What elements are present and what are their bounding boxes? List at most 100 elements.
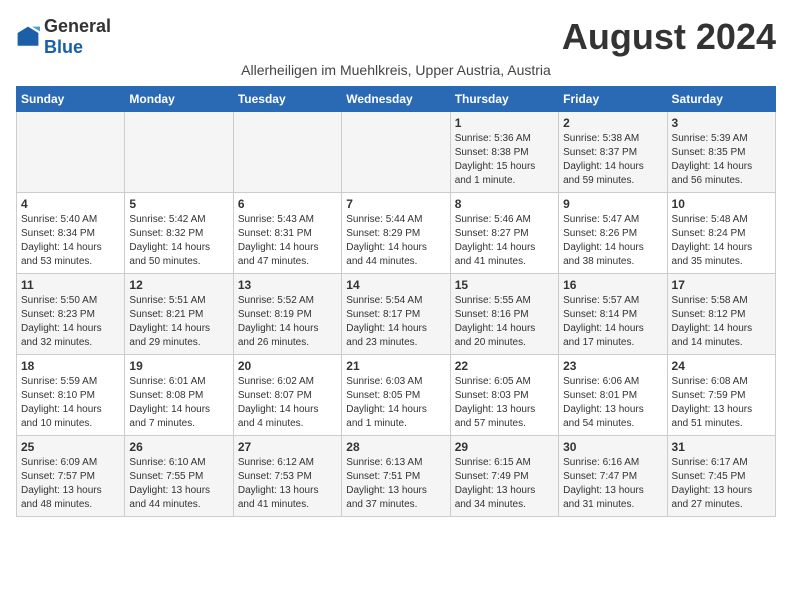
day-header-saturday: Saturday [667,87,775,112]
day-number: 25 [21,440,120,454]
day-info: Sunrise: 5:54 AM Sunset: 8:17 PM Dayligh… [346,294,445,350]
day-cell: 21 Sunrise: 6:03 AM Sunset: 8:05 PM Dayli… [342,355,450,436]
week-row-4: 18 Sunrise: 5:59 AM Sunset: 8:10 PM Dayli… [17,355,776,436]
day-info: Sunrise: 5:40 AM Sunset: 8:34 PM Dayligh… [21,213,120,269]
day-number: 6 [238,197,337,211]
day-cell: 6Sunrise: 5:43 AM Sunset: 8:31 PM Daylig… [233,193,341,274]
logo-blue: Blue [44,37,83,57]
day-number: 8 [455,197,554,211]
day-number: 23 [563,359,662,373]
day-cell: 3 Sunrise: 5:39 AM Sunset: 8:35 PM Daylig… [667,112,775,193]
day-info: Sunrise: 5:55 AM Sunset: 8:16 PM Dayligh… [455,294,554,350]
day-number: 28 [346,440,445,454]
month-title: August 2024 [562,16,776,58]
day-info: Sunrise: 5:38 AM Sunset: 8:37 PM Dayligh… [563,132,662,188]
logo-icon [16,25,40,49]
day-info: Sunrise: 6:17 AM Sunset: 7:45 PM Dayligh… [672,456,771,512]
day-cell: 15 Sunrise: 5:55 AM Sunset: 8:16 PM Dayli… [450,274,558,355]
calendar-table: SundayMondayTuesdayWednesdayThursdayFrid… [16,86,776,517]
day-cell: 24Sunrise: 6:08 AM Sunset: 7:59 PM Dayli… [667,355,775,436]
day-cell: 4 Sunrise: 5:40 AM Sunset: 8:34 PM Daylig… [17,193,125,274]
day-number: 18 [21,359,120,373]
day-cell: 30Sunrise: 6:16 AM Sunset: 7:47 PM Dayli… [559,436,667,517]
day-info: Sunrise: 5:42 AM Sunset: 8:32 PM Dayligh… [129,213,228,269]
day-info: Sunrise: 6:05 AM Sunset: 8:03 PM Dayligh… [455,375,554,431]
day-header-tuesday: Tuesday [233,87,341,112]
day-number: 30 [563,440,662,454]
day-info: Sunrise: 6:08 AM Sunset: 7:59 PM Dayligh… [672,375,771,431]
day-info: Sunrise: 5:46 AM Sunset: 8:27 PM Dayligh… [455,213,554,269]
day-cell: 5 Sunrise: 5:42 AM Sunset: 8:32 PM Daylig… [125,193,233,274]
day-cell [342,112,450,193]
day-number: 7 [346,197,445,211]
day-cell: 8 Sunrise: 5:46 AM Sunset: 8:27 PM Daylig… [450,193,558,274]
day-number: 13 [238,278,337,292]
day-info: Sunrise: 6:13 AM Sunset: 7:51 PM Dayligh… [346,456,445,512]
day-number: 12 [129,278,228,292]
header: General Blue August 2024 [16,16,776,58]
day-info: Sunrise: 6:06 AM Sunset: 8:01 PM Dayligh… [563,375,662,431]
day-number: 3 [672,116,771,130]
logo-text: General Blue [44,16,111,58]
day-info: Sunrise: 5:50 AM Sunset: 8:23 PM Dayligh… [21,294,120,350]
day-info: Sunrise: 6:01 AM Sunset: 8:08 PM Dayligh… [129,375,228,431]
day-number: 5 [129,197,228,211]
day-number: 26 [129,440,228,454]
day-cell [17,112,125,193]
day-number: 27 [238,440,337,454]
day-cell: 17Sunrise: 5:58 AM Sunset: 8:12 PM Dayli… [667,274,775,355]
day-cell: 27 Sunrise: 6:12 AM Sunset: 7:53 PM Dayli… [233,436,341,517]
day-cell: 31 Sunrise: 6:17 AM Sunset: 7:45 PM Dayli… [667,436,775,517]
day-info: Sunrise: 6:02 AM Sunset: 8:07 PM Dayligh… [238,375,337,431]
day-info: Sunrise: 6:15 AM Sunset: 7:49 PM Dayligh… [455,456,554,512]
day-number: 31 [672,440,771,454]
week-row-2: 4 Sunrise: 5:40 AM Sunset: 8:34 PM Daylig… [17,193,776,274]
day-cell: 18 Sunrise: 5:59 AM Sunset: 8:10 PM Dayli… [17,355,125,436]
day-number: 15 [455,278,554,292]
day-header-sunday: Sunday [17,87,125,112]
day-cell [233,112,341,193]
day-cell: 1 Sunrise: 5:36 AM Sunset: 8:38 PM Daylig… [450,112,558,193]
day-cell: 19Sunrise: 6:01 AM Sunset: 8:08 PM Dayli… [125,355,233,436]
day-cell: 11Sunrise: 5:50 AM Sunset: 8:23 PM Dayli… [17,274,125,355]
day-cell: 22Sunrise: 6:05 AM Sunset: 8:03 PM Dayli… [450,355,558,436]
day-info: Sunrise: 6:12 AM Sunset: 7:53 PM Dayligh… [238,456,337,512]
day-cell: 7Sunrise: 5:44 AM Sunset: 8:29 PM Daylig… [342,193,450,274]
day-info: Sunrise: 5:51 AM Sunset: 8:21 PM Dayligh… [129,294,228,350]
day-info: Sunrise: 5:47 AM Sunset: 8:26 PM Dayligh… [563,213,662,269]
day-info: Sunrise: 6:03 AM Sunset: 8:05 PM Dayligh… [346,375,445,431]
subtitle: Allerheiligen im Muehlkreis, Upper Austr… [16,62,776,78]
day-cell: 2 Sunrise: 5:38 AM Sunset: 8:37 PM Daylig… [559,112,667,193]
day-number: 21 [346,359,445,373]
day-cell: 12 Sunrise: 5:51 AM Sunset: 8:21 PM Dayli… [125,274,233,355]
day-cell: 28 Sunrise: 6:13 AM Sunset: 7:51 PM Dayli… [342,436,450,517]
day-info: Sunrise: 5:36 AM Sunset: 8:38 PM Dayligh… [455,132,554,188]
day-info: Sunrise: 5:48 AM Sunset: 8:24 PM Dayligh… [672,213,771,269]
day-number: 2 [563,116,662,130]
day-number: 1 [455,116,554,130]
week-row-5: 25Sunrise: 6:09 AM Sunset: 7:57 PM Dayli… [17,436,776,517]
day-number: 10 [672,197,771,211]
day-number: 4 [21,197,120,211]
logo-general: General [44,16,111,36]
day-number: 20 [238,359,337,373]
day-number: 16 [563,278,662,292]
day-cell: 13 Sunrise: 5:52 AM Sunset: 8:19 PM Dayli… [233,274,341,355]
week-row-1: 1 Sunrise: 5:36 AM Sunset: 8:38 PM Daylig… [17,112,776,193]
week-row-3: 11Sunrise: 5:50 AM Sunset: 8:23 PM Dayli… [17,274,776,355]
day-info: Sunrise: 5:52 AM Sunset: 8:19 PM Dayligh… [238,294,337,350]
day-cell: 20 Sunrise: 6:02 AM Sunset: 8:07 PM Dayli… [233,355,341,436]
day-number: 9 [563,197,662,211]
day-info: Sunrise: 5:57 AM Sunset: 8:14 PM Dayligh… [563,294,662,350]
day-cell: 23 Sunrise: 6:06 AM Sunset: 8:01 PM Dayli… [559,355,667,436]
day-cell: 16 Sunrise: 5:57 AM Sunset: 8:14 PM Dayli… [559,274,667,355]
day-info: Sunrise: 6:10 AM Sunset: 7:55 PM Dayligh… [129,456,228,512]
day-info: Sunrise: 5:39 AM Sunset: 8:35 PM Dayligh… [672,132,771,188]
day-cell: 29Sunrise: 6:15 AM Sunset: 7:49 PM Dayli… [450,436,558,517]
day-cell: 14Sunrise: 5:54 AM Sunset: 8:17 PM Dayli… [342,274,450,355]
day-header-monday: Monday [125,87,233,112]
day-info: Sunrise: 5:59 AM Sunset: 8:10 PM Dayligh… [21,375,120,431]
day-header-thursday: Thursday [450,87,558,112]
day-header-wednesday: Wednesday [342,87,450,112]
day-number: 17 [672,278,771,292]
